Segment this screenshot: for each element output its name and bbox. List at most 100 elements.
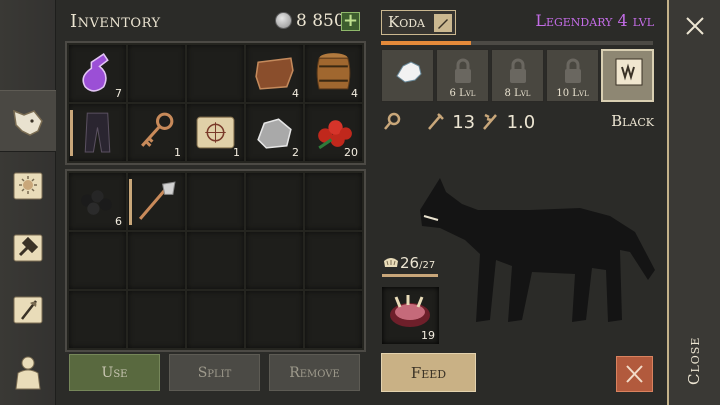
barrel-icon xyxy=(316,53,351,90)
item-count: 6 xyxy=(115,215,122,228)
leather-icon xyxy=(255,57,294,90)
release-pet-button[interactable] xyxy=(616,356,653,392)
ore-icon xyxy=(257,118,292,149)
feed-button[interactable]: Feed xyxy=(381,353,476,392)
map-scroll-icon xyxy=(196,116,235,149)
item-count: 4 xyxy=(292,87,299,100)
fang-book-icon xyxy=(615,58,643,86)
inventory-slot[interactable]: 2 xyxy=(246,104,303,161)
inventory-slot[interactable] xyxy=(246,291,303,348)
skill-unlock-level: 8 Lvl xyxy=(504,88,531,99)
inventory-slot[interactable] xyxy=(305,291,362,348)
lock-icon xyxy=(455,58,471,83)
search-icon xyxy=(384,112,401,130)
split-button[interactable]: Split xyxy=(169,354,260,391)
close-label: Close xyxy=(685,336,703,385)
skill-slot[interactable] xyxy=(381,49,434,102)
tab-partial[interactable] xyxy=(0,6,56,68)
lock-icon xyxy=(565,58,581,83)
inventory-slot[interactable] xyxy=(305,232,362,289)
durability-bar xyxy=(70,110,73,156)
sun-book-icon xyxy=(13,172,43,200)
item-count: 7 xyxy=(115,87,122,100)
meat-count: 19 xyxy=(421,329,435,342)
tab-journal[interactable] xyxy=(0,154,56,216)
inventory-slot[interactable] xyxy=(128,173,185,230)
inventory-slot[interactable] xyxy=(69,232,126,289)
xp-bar xyxy=(381,41,653,45)
inventory-slot[interactable] xyxy=(187,45,244,102)
inventory-slot[interactable] xyxy=(128,45,185,102)
inventory-slot[interactable]: 4 xyxy=(246,45,303,102)
item-count: 1 xyxy=(233,146,240,159)
inventory-slot[interactable] xyxy=(187,232,244,289)
close-icon[interactable] xyxy=(683,14,707,38)
inventory-slot[interactable] xyxy=(187,173,244,230)
currency-amount: 8 850 xyxy=(296,11,345,31)
skill-slot[interactable]: 6 Lvl xyxy=(436,49,489,102)
food-max: /27 xyxy=(419,260,436,271)
pet-color: Black xyxy=(611,112,654,130)
skill-unlock-level: 6 Lvl xyxy=(449,88,476,99)
item-count: 2 xyxy=(292,146,299,159)
key-icon xyxy=(141,112,174,147)
skill-slot[interactable]: 10 Lvl xyxy=(546,49,599,102)
character-icon xyxy=(15,356,41,390)
item-count: 20 xyxy=(344,146,358,159)
food-icon xyxy=(383,255,399,275)
item-count: 1 xyxy=(174,146,181,159)
pet-stats: 13 1.0 xyxy=(383,111,535,133)
pants-icon xyxy=(84,112,111,153)
speed-icon xyxy=(482,113,497,130)
tab-quests[interactable] xyxy=(0,278,56,340)
tab-crafting[interactable] xyxy=(0,216,56,278)
attack-icon xyxy=(428,113,445,130)
add-currency-button[interactable]: + xyxy=(341,12,360,31)
inventory-slot[interactable]: 1 xyxy=(187,104,244,161)
cross-icon xyxy=(626,365,643,383)
xp-fill xyxy=(381,41,471,45)
item-count: 4 xyxy=(351,87,358,100)
meat-slot[interactable]: 19 xyxy=(382,287,439,344)
coal-icon xyxy=(81,190,112,215)
pet-name-field[interactable]: Koda xyxy=(381,10,456,35)
inventory-slot[interactable] xyxy=(246,232,303,289)
wolf-head-icon xyxy=(13,109,43,136)
shovel-icon xyxy=(138,181,176,220)
inventory-slot[interactable]: 7 xyxy=(69,45,126,102)
food-current: 26 xyxy=(400,254,420,272)
close-panel[interactable]: Close xyxy=(667,0,720,405)
skill-slot[interactable]: 8 Lvl xyxy=(491,49,544,102)
use-button[interactable]: Use xyxy=(69,354,160,391)
wolf-pet-image xyxy=(420,178,655,322)
inventory-slot[interactable] xyxy=(187,291,244,348)
inventory-slot[interactable]: 1 xyxy=(128,104,185,161)
food-bar xyxy=(382,274,438,277)
quill-scroll-icon xyxy=(13,296,43,324)
inventory-slot[interactable] xyxy=(69,104,126,161)
inventory-slot[interactable] xyxy=(128,291,185,348)
tab-pets[interactable] xyxy=(0,90,56,152)
inventory-slot[interactable]: 6 xyxy=(69,173,126,230)
potion-icon xyxy=(82,53,109,92)
hammer-scroll-icon xyxy=(13,234,43,262)
speed-value: 1.0 xyxy=(506,112,536,133)
inventory-title: Inventory xyxy=(70,11,161,32)
skill-slot[interactable] xyxy=(601,49,654,102)
inventory-slot[interactable] xyxy=(69,291,126,348)
food-meter: 26/27 xyxy=(400,254,435,272)
edit-name-icon[interactable] xyxy=(434,14,452,32)
inventory-slot[interactable]: 20 xyxy=(305,104,362,161)
attack-value: 13 xyxy=(452,112,476,133)
inventory-slot[interactable]: 4 xyxy=(305,45,362,102)
durability-bar xyxy=(129,179,132,225)
inventory-slot[interactable] xyxy=(128,232,185,289)
category-tabs xyxy=(0,0,56,405)
wolf-skill-icon xyxy=(396,61,422,83)
backpack-grid: 6 xyxy=(65,169,366,352)
inventory-slot[interactable] xyxy=(246,173,303,230)
tab-character[interactable] xyxy=(0,340,56,402)
skill-unlock-level: 10 Lvl xyxy=(556,88,589,99)
remove-button[interactable]: Remove xyxy=(269,354,360,391)
inventory-slot[interactable] xyxy=(305,173,362,230)
